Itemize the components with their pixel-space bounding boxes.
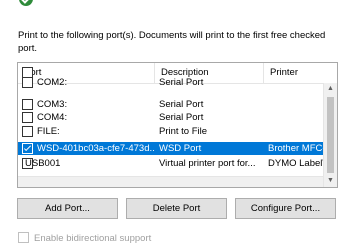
port-name: COM2: bbox=[37, 77, 68, 88]
bidirectional-label: Enable bidirectional support bbox=[34, 233, 152, 245]
add-port-button[interactable]: Add Port... bbox=[17, 198, 118, 219]
scrollbar-thumb[interactable] bbox=[327, 97, 334, 173]
port-name: COM4: bbox=[37, 112, 68, 123]
port-checkbox[interactable] bbox=[22, 112, 33, 123]
port-checkbox[interactable] bbox=[22, 126, 33, 137]
port-row-com2[interactable]: COM2: Serial Port bbox=[18, 76, 323, 89]
port-instructions: Print to the following port(s). Document… bbox=[18, 30, 326, 54]
port-checkbox[interactable] bbox=[22, 99, 33, 110]
scroll-up-arrow-icon[interactable]: ▲ bbox=[324, 83, 337, 95]
port-printer bbox=[268, 125, 323, 138]
horizontal-scrollbar[interactable] bbox=[18, 176, 323, 187]
port-printer bbox=[268, 98, 323, 111]
port-printer bbox=[268, 76, 323, 89]
port-description: Serial Port bbox=[159, 77, 204, 88]
scroll-down-arrow-icon[interactable]: ▼ bbox=[324, 175, 337, 187]
port-name: COM3: bbox=[37, 99, 68, 110]
port-row-file[interactable]: FILE: Print to File bbox=[18, 125, 323, 138]
port-row-wsd[interactable]: WSD-401bc03a-cfe7-473d... WSD Port Broth… bbox=[18, 142, 323, 155]
port-checkbox[interactable] bbox=[22, 77, 33, 88]
port-name: WSD-401bc03a-cfe7-473d... bbox=[37, 143, 155, 154]
bidirectional-support-option[interactable]: Enable bidirectional support bbox=[18, 232, 152, 245]
port-printer: Brother MFC-7 bbox=[268, 143, 323, 154]
port-list[interactable]: Port Description Printer COM2: Serial Po… bbox=[17, 62, 338, 188]
delete-port-button[interactable]: Delete Port bbox=[126, 198, 227, 219]
port-description: WSD Port bbox=[159, 143, 202, 154]
port-printer bbox=[268, 111, 323, 124]
port-description: Virtual printer port for... bbox=[159, 158, 256, 169]
bidirectional-checkbox[interactable] bbox=[18, 232, 29, 243]
port-name: USB001 bbox=[25, 158, 61, 169]
port-description: Serial Port bbox=[159, 99, 204, 110]
status-check-icon bbox=[19, 0, 33, 6]
vertical-scrollbar[interactable]: ▲ ▼ bbox=[323, 83, 337, 187]
port-row-usb001[interactable]: USB001 Virtual printer port for... DYMO … bbox=[18, 157, 323, 170]
port-description: Serial Port bbox=[159, 112, 204, 123]
port-description: Print to File bbox=[159, 126, 208, 137]
port-printer: DYMO LabelW bbox=[268, 158, 323, 169]
configure-port-button[interactable]: Configure Port... bbox=[235, 198, 336, 219]
port-row-com4[interactable]: COM4: Serial Port bbox=[18, 111, 323, 124]
port-checkbox-checked[interactable] bbox=[22, 143, 33, 154]
port-name: FILE: bbox=[37, 126, 60, 137]
port-row-com3[interactable]: COM3: Serial Port bbox=[18, 98, 323, 111]
